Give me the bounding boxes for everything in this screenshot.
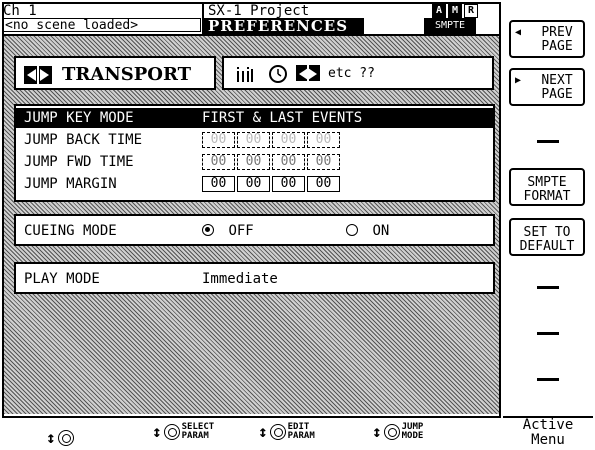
knob-3[interactable]: ↕ EDIT PARAM (258, 422, 315, 441)
jump-margin-row[interactable]: JUMP MARGIN 00 00 00 00 (16, 174, 493, 194)
jump-margin-label: JUMP MARGIN (24, 176, 117, 192)
back-frames: 00 (307, 132, 340, 148)
channel-label: Ch 1 (3, 3, 37, 19)
margin-minutes: 00 (237, 176, 270, 192)
right-triangle-icon: ▶ (515, 75, 522, 86)
jump-fwd-time-value: 00 00 00 00 (202, 154, 340, 170)
badge-r: R (464, 4, 478, 18)
next-page-button[interactable]: ▶ NEXT PAGE (509, 68, 585, 106)
empty-softkey-3 (537, 140, 559, 143)
smpte-format-button[interactable]: SMPTE FORMAT (509, 168, 585, 206)
up-down-arrow-icon: ↕ (152, 422, 162, 441)
knob-icon (269, 423, 286, 440)
tab-transport[interactable]: TRANSPORT (14, 56, 216, 90)
transport-icon (24, 66, 52, 88)
radio-empty-icon (346, 224, 358, 236)
soft-key-column: ◀ PREV PAGE ▶ NEXT PAGE SMPTE FORMAT SET… (503, 2, 593, 448)
jump-fwd-time-label: JUMP FWD TIME (24, 154, 134, 170)
play-mode-value: Immediate (202, 271, 278, 287)
clock-icon (269, 65, 287, 83)
jump-back-time-value: 00 00 00 00 (202, 132, 340, 148)
up-down-arrow-icon: ↕ (46, 428, 56, 447)
margin-seconds: 00 (272, 176, 305, 192)
prev-page-label: PREV PAGE (541, 25, 573, 54)
jump-back-time-row[interactable]: JUMP BACK TIME 00 00 00 00 (16, 130, 493, 150)
project-name: SX-1 Project (208, 3, 310, 19)
fwd-frames: 00 (307, 154, 340, 170)
tab-transport-label: TRANSPORT (62, 64, 192, 85)
jump-back-time-label: JUMP BACK TIME (24, 132, 143, 148)
radio-selected-icon (202, 224, 214, 236)
knob-4-label: JUMP MODE (401, 421, 424, 441)
play-mode-label: PLAY MODE (24, 271, 100, 287)
smpte-indicator: SMPTE (424, 18, 476, 34)
jump-margin-value: 00 00 00 00 (202, 176, 340, 192)
knob-icon (383, 423, 400, 440)
knob-icon (57, 429, 74, 446)
knob-2-label: SELECT PARAM (181, 421, 215, 441)
knob-1[interactable]: ↕ (46, 428, 74, 447)
set-to-default-button[interactable]: SET TO DEFAULT (509, 218, 585, 256)
fwd-minutes: 00 (237, 154, 270, 170)
empty-softkey-6 (537, 286, 559, 289)
knob-icon (163, 423, 180, 440)
tab-other-label: etc ?? (328, 66, 375, 81)
set-to-default-label: SET TO DEFAULT (519, 225, 575, 254)
active-menu-label: Active Menu (503, 416, 593, 450)
play-mode-row[interactable]: PLAY MODE Immediate (14, 262, 495, 294)
prev-page-button[interactable]: ◀ PREV PAGE (509, 20, 585, 58)
up-down-arrow-icon: ↕ (258, 422, 268, 441)
knob-4[interactable]: ↕ JUMP MODE (372, 422, 423, 441)
cueing-on-option[interactable]: ON (346, 223, 389, 239)
knob-2[interactable]: ↕ SELECT PARAM (152, 422, 214, 441)
jump-settings-panel: JUMP KEY MODE FIRST & LAST EVENTS JUMP B… (14, 104, 495, 202)
next-page-label: NEXT PAGE (541, 73, 573, 102)
scene-status: <no scene loaded> (3, 18, 201, 32)
up-down-arrow-icon: ↕ (372, 422, 382, 441)
badge-a: A (432, 4, 446, 18)
knob-bar: ↕ ↕ SELECT PARAM ↕ EDIT PARAM ↕ JUMP MOD… (2, 416, 501, 448)
cueing-mode-row: CUEING MODE OFF ON (14, 214, 495, 246)
jump-key-mode-value: FIRST & LAST EVENTS (202, 110, 363, 126)
meter-icon (237, 67, 253, 82)
empty-softkey-7 (537, 332, 559, 335)
jump-key-mode-label: JUMP KEY MODE (24, 110, 134, 126)
back-seconds: 00 (272, 132, 305, 148)
cueing-off-option[interactable]: OFF (202, 223, 254, 239)
jump-key-mode-row[interactable]: JUMP KEY MODE FIRST & LAST EVENTS (16, 108, 493, 128)
mode-badges: A M R (432, 4, 478, 18)
cueing-on-label: ON (372, 223, 390, 239)
empty-softkey-8 (537, 378, 559, 381)
cueing-mode-label: CUEING MODE (24, 223, 117, 239)
tab-other[interactable]: etc ?? (222, 56, 494, 90)
back-hours: 00 (202, 132, 235, 148)
jump-fwd-time-row[interactable]: JUMP FWD TIME 00 00 00 00 (16, 152, 493, 172)
knob-3-label: EDIT PARAM (287, 421, 315, 441)
fwd-hours: 00 (202, 154, 235, 170)
back-minutes: 00 (237, 132, 270, 148)
smpte-format-label: SMPTE FORMAT (523, 175, 571, 204)
transport-small-icon (296, 65, 320, 85)
margin-frames: 00 (307, 176, 340, 192)
badge-m: M (448, 4, 462, 18)
left-triangle-icon: ◀ (515, 27, 522, 38)
cueing-off-label: OFF (228, 223, 254, 239)
page-title: PREFERENCES (204, 18, 364, 34)
margin-hours: 00 (202, 176, 235, 192)
fwd-seconds: 00 (272, 154, 305, 170)
